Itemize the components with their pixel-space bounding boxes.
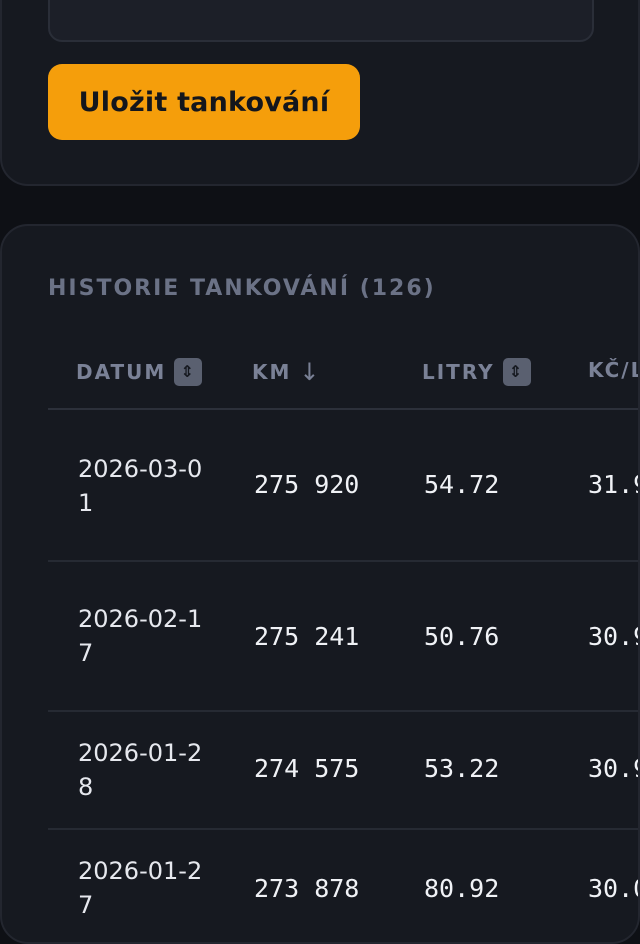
cell-price: 31.9 bbox=[588, 470, 638, 499]
cell-price: 30.9 bbox=[588, 754, 638, 783]
column-label-price: KČ/L bbox=[588, 358, 640, 382]
cell-liters: 80.92 bbox=[424, 874, 500, 903]
cell-km: 275 920 bbox=[254, 470, 360, 499]
cell-price: 30.0 bbox=[588, 874, 638, 903]
cell-price: 30.9 bbox=[588, 622, 638, 651]
cell-liters: 53.22 bbox=[424, 754, 500, 783]
history-title: HISTORIE TANKOVÁNÍ (126) bbox=[48, 276, 436, 301]
history-card: HISTORIE TANKOVÁNÍ (126) DATUM ⇕ KM ↓ LI… bbox=[0, 224, 640, 944]
cell-km: 273 878 bbox=[254, 874, 360, 903]
column-header-date[interactable]: DATUM ⇕ bbox=[76, 358, 203, 386]
column-header-km[interactable]: KM ↓ bbox=[252, 358, 320, 386]
cell-km: 274 575 bbox=[254, 754, 360, 783]
form-input-field[interactable] bbox=[48, 0, 594, 42]
cell-liters: 54.72 bbox=[424, 470, 500, 499]
cell-date: 2026-02-17 bbox=[78, 605, 203, 667]
column-label-liters: LITRY bbox=[422, 360, 495, 384]
sort-descending-icon[interactable]: ↓ bbox=[299, 358, 319, 386]
cell-date: 2026-03-01 bbox=[78, 455, 203, 517]
save-refuel-button[interactable]: Uložit tankování bbox=[48, 64, 360, 140]
column-label-km: KM bbox=[252, 360, 292, 384]
column-header-price[interactable]: KČ/L bbox=[588, 358, 640, 382]
column-header-liters[interactable]: LITRY ⇕ bbox=[422, 358, 531, 386]
entry-form-card: Uložit tankování bbox=[0, 0, 640, 186]
table-row[interactable]: 2026-01-27 273 878 80.92 30.0 bbox=[48, 830, 638, 942]
table-row[interactable]: 2026-01-28 274 575 53.22 30.9 bbox=[48, 712, 638, 830]
cell-liters: 50.76 bbox=[424, 622, 500, 651]
column-label-date: DATUM bbox=[76, 360, 167, 384]
sort-unsorted-icon[interactable]: ⇕ bbox=[174, 358, 203, 386]
cell-date: 2026-01-27 bbox=[78, 857, 203, 919]
table-row[interactable]: 2026-02-17 275 241 50.76 30.9 bbox=[48, 562, 638, 712]
table-row[interactable]: 2026-03-01 275 920 54.72 31.9 bbox=[48, 410, 638, 562]
cell-date: 2026-01-28 bbox=[78, 739, 203, 801]
sort-unsorted-icon[interactable]: ⇕ bbox=[502, 358, 531, 386]
cell-km: 275 241 bbox=[254, 622, 360, 651]
